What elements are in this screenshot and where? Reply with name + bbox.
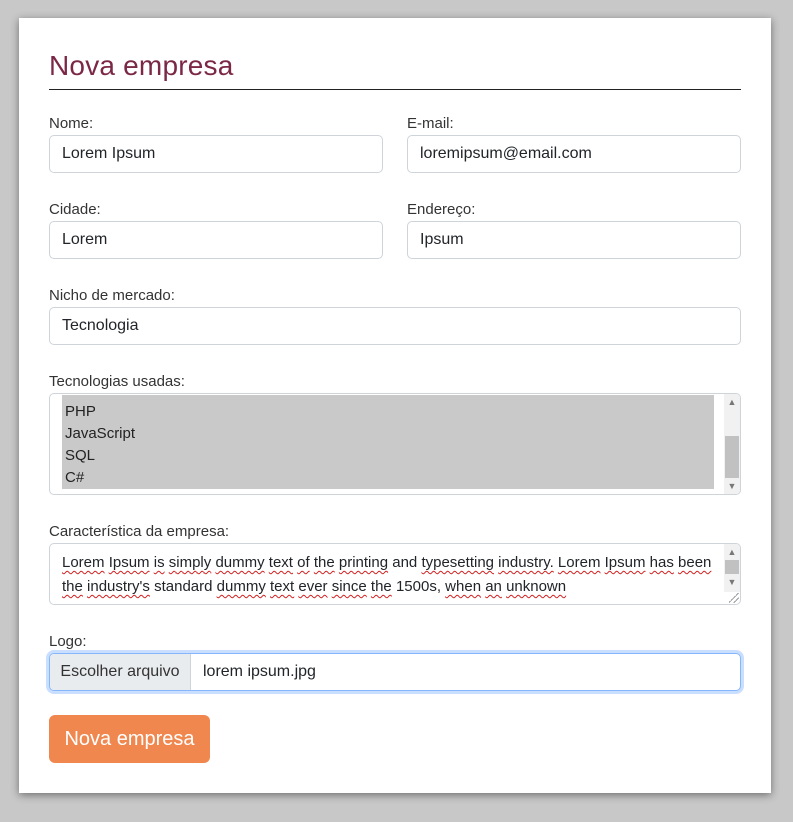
nome-label: Nome:	[49, 115, 94, 132]
selected-file-name: lorem ipsum.jpg	[203, 663, 316, 680]
cidade-label: Cidade:	[49, 201, 101, 218]
cidade-input[interactable]: Lorem	[49, 221, 383, 259]
caracteristica-text: Lorem Ipsum is simply dummy text of the …	[62, 554, 712, 595]
scroll-up-icon[interactable]: ▲	[724, 544, 740, 560]
logo-label: Logo:	[49, 633, 87, 650]
endereco-input[interactable]: Ipsum	[407, 221, 741, 259]
resize-handle-icon[interactable]	[729, 593, 739, 603]
selected-options-area: PHP JavaScript SQL C#	[62, 395, 714, 489]
email-label: E-mail:	[407, 115, 454, 132]
scroll-down-icon[interactable]: ▼	[724, 478, 740, 494]
endereco-label: Endereço:	[407, 201, 476, 218]
tecnologias-scrollbar[interactable]: ▲ ▼	[724, 394, 740, 494]
option-php[interactable]: PHP	[65, 401, 96, 423]
scroll-down-icon[interactable]: ▼	[724, 574, 740, 590]
choose-file-button[interactable]: Escolher arquivo	[50, 654, 191, 690]
page-title: Nova empresa	[49, 50, 234, 81]
caracteristica-scrollbar[interactable]: ▲ ▼	[724, 544, 740, 592]
option-sql[interactable]: SQL	[65, 445, 95, 467]
nicho-input[interactable]: Tecnologia	[49, 307, 741, 345]
option-csharp[interactable]: C#	[65, 467, 84, 489]
logo-file-input[interactable]: Escolher arquivo lorem ipsum.jpg	[49, 653, 741, 691]
scroll-thumb[interactable]	[725, 560, 739, 574]
scroll-up-icon[interactable]: ▲	[724, 394, 740, 410]
option-javascript[interactable]: JavaScript	[65, 423, 135, 445]
caracteristica-textarea[interactable]: Lorem Ipsum is simply dummy text of the …	[49, 543, 741, 605]
tecnologias-label: Tecnologias usadas:	[49, 373, 185, 390]
submit-button[interactable]: Nova empresa	[49, 715, 210, 763]
caracteristica-label: Característica da empresa:	[49, 523, 230, 540]
nome-input[interactable]: Lorem Ipsum	[49, 135, 383, 173]
tecnologias-multiselect[interactable]: PHP JavaScript SQL C# ▲ ▼	[49, 393, 741, 495]
scroll-thumb[interactable]	[725, 436, 739, 478]
nicho-label: Nicho de mercado:	[49, 287, 175, 304]
email-input[interactable]: loremipsum@email.com	[407, 135, 741, 173]
title-divider	[49, 89, 741, 90]
form-card: Nova empresa Nome: Lorem Ipsum E-mail: l…	[19, 18, 771, 793]
